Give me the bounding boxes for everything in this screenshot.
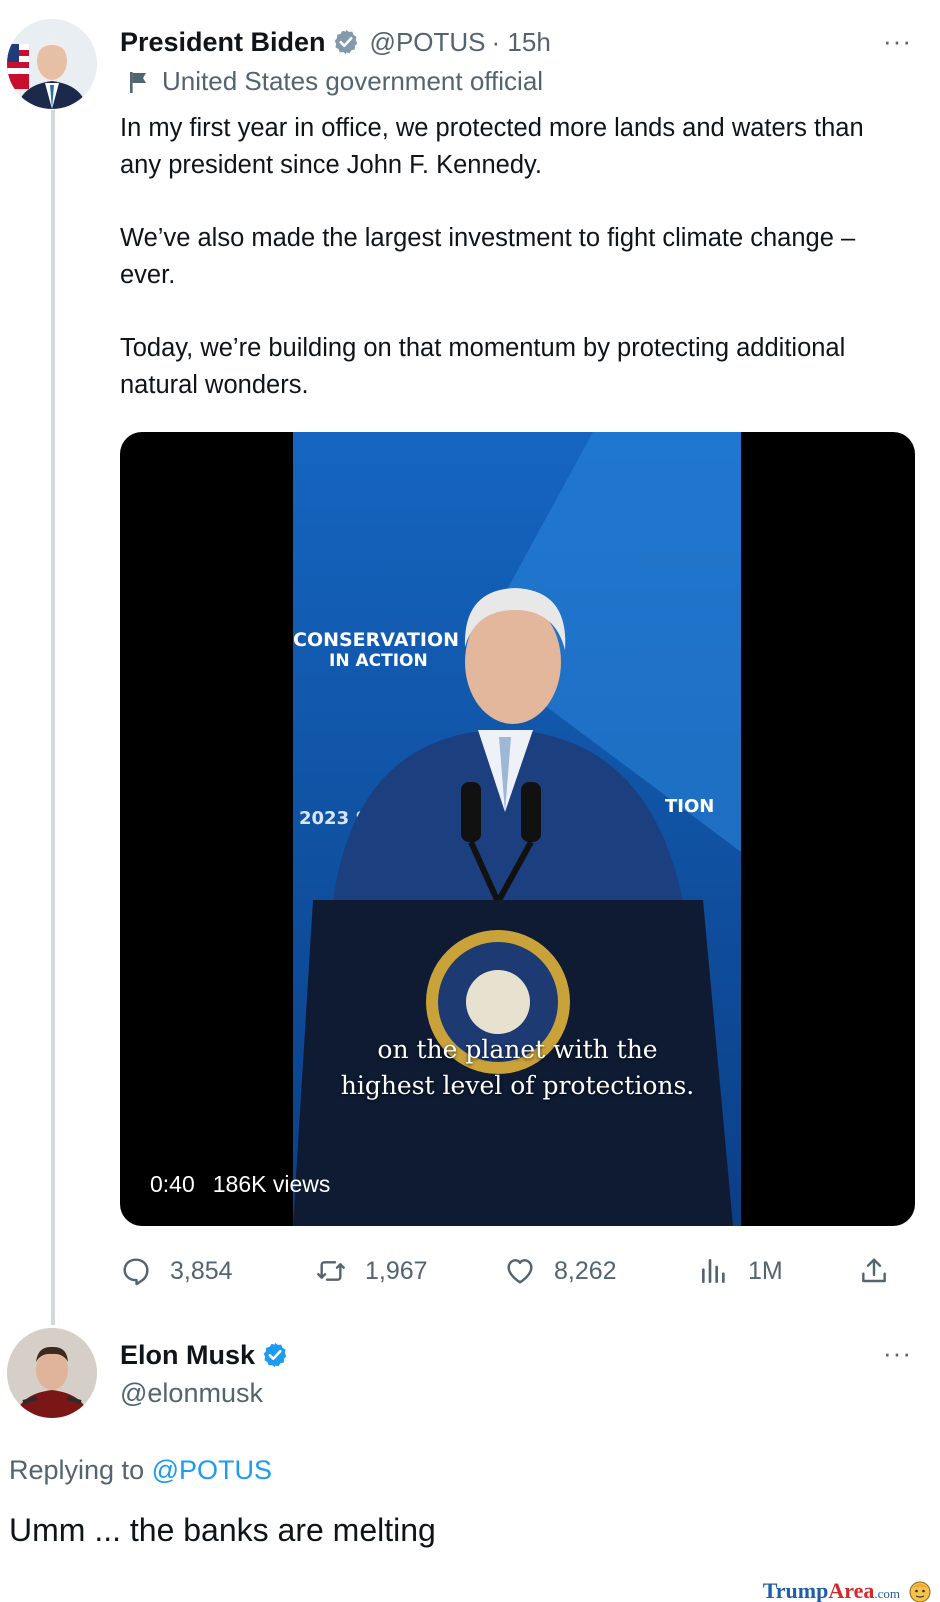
video-meta: 0:40 186K views	[150, 1171, 330, 1198]
reply-more-options-icon[interactable]: ···	[883, 1340, 912, 1366]
backdrop-text: TION	[665, 796, 714, 817]
verified-blue-badge-icon	[263, 1342, 287, 1368]
reply-icon	[123, 1258, 149, 1286]
video-views: 186K views	[212, 1171, 331, 1197]
retweet-count: 1,967	[365, 1256, 428, 1285]
subtitle-line: on the planet with the	[377, 1035, 658, 1064]
retweet-icon	[317, 1261, 345, 1281]
thread-connector-line	[51, 110, 55, 1325]
reply-author-avatar[interactable]	[7, 1328, 97, 1418]
flag-icon	[130, 71, 146, 93]
tweet-paragraph: Today, we’re building on that momentum b…	[120, 334, 846, 399]
government-label: United States government official	[128, 66, 543, 97]
watermark-suffix: .com	[874, 1586, 900, 1601]
portrait-image	[7, 19, 97, 109]
speaker-video-still: CONSERVATION IN ACTION 2023 S TION	[293, 432, 741, 1226]
analytics-icon	[702, 1259, 725, 1283]
video-subtitle: on the planet with the highest level of …	[120, 1032, 915, 1104]
replying-to-mention-link[interactable]: @POTUS	[152, 1455, 272, 1485]
portrait-image	[7, 1328, 97, 1418]
retweet-button[interactable]: 1,967	[315, 1255, 428, 1287]
heart-icon	[507, 1259, 533, 1284]
watermark-text: TrumpArea.com	[763, 1578, 900, 1602]
replying-to-line: Replying to @POTUS	[9, 1455, 272, 1486]
like-count: 8,262	[554, 1256, 617, 1285]
video-duration: 0:40	[150, 1171, 195, 1197]
tweet-action-bar: 3,854 1,967 8,262 1M	[120, 1255, 910, 1295]
government-label-text: United States government official	[162, 66, 544, 96]
site-watermark: TrumpArea.com	[763, 1578, 932, 1602]
reply-button[interactable]: 3,854	[120, 1255, 233, 1287]
watermark-face-icon	[909, 1581, 931, 1602]
backdrop-text: IN ACTION	[329, 651, 428, 671]
views-button[interactable]: 1M	[698, 1255, 783, 1287]
reply-count: 3,854	[170, 1256, 233, 1285]
backdrop-text: CONSERVATION	[293, 629, 459, 651]
like-button[interactable]: 8,262	[504, 1255, 617, 1287]
author-handle[interactable]: @POTUS	[370, 27, 486, 58]
watermark-part2: Area	[828, 1578, 875, 1602]
reply-author-name-row: Elon Musk	[120, 1335, 289, 1375]
views-count: 1M	[748, 1256, 783, 1285]
tweet-paragraph: In my first year in office, we protected…	[120, 114, 864, 179]
share-icon	[862, 1258, 886, 1283]
tweet-body: In my first year in office, we protected…	[120, 110, 910, 404]
video-frame: CONSERVATION IN ACTION 2023 S TION	[293, 432, 741, 1226]
replying-to-prefix: Replying to	[9, 1455, 145, 1485]
video-player[interactable]: CONSERVATION IN ACTION 2023 S TION on th…	[120, 432, 915, 1226]
tweet-paragraph: We’ve also made the largest investment t…	[120, 224, 856, 289]
tweet-timestamp[interactable]: · 15h	[492, 27, 551, 58]
watermark-part1: Trump	[762, 1578, 829, 1602]
author-display-name[interactable]: President Biden	[120, 27, 326, 58]
author-avatar[interactable]	[7, 19, 97, 109]
reply-author-display-name[interactable]: Elon Musk	[120, 1340, 255, 1371]
share-button[interactable]	[858, 1255, 890, 1287]
reply-author-handle[interactable]: @elonmusk	[120, 1378, 263, 1409]
subtitle-line: highest level of protections.	[340, 1071, 695, 1100]
author-name-row: President Biden @POTUS · 15h	[120, 22, 551, 62]
reply-body: Umm ... the banks are melting	[9, 1512, 436, 1548]
verified-gray-badge-icon	[334, 29, 357, 55]
more-options-icon[interactable]: ···	[883, 28, 912, 54]
